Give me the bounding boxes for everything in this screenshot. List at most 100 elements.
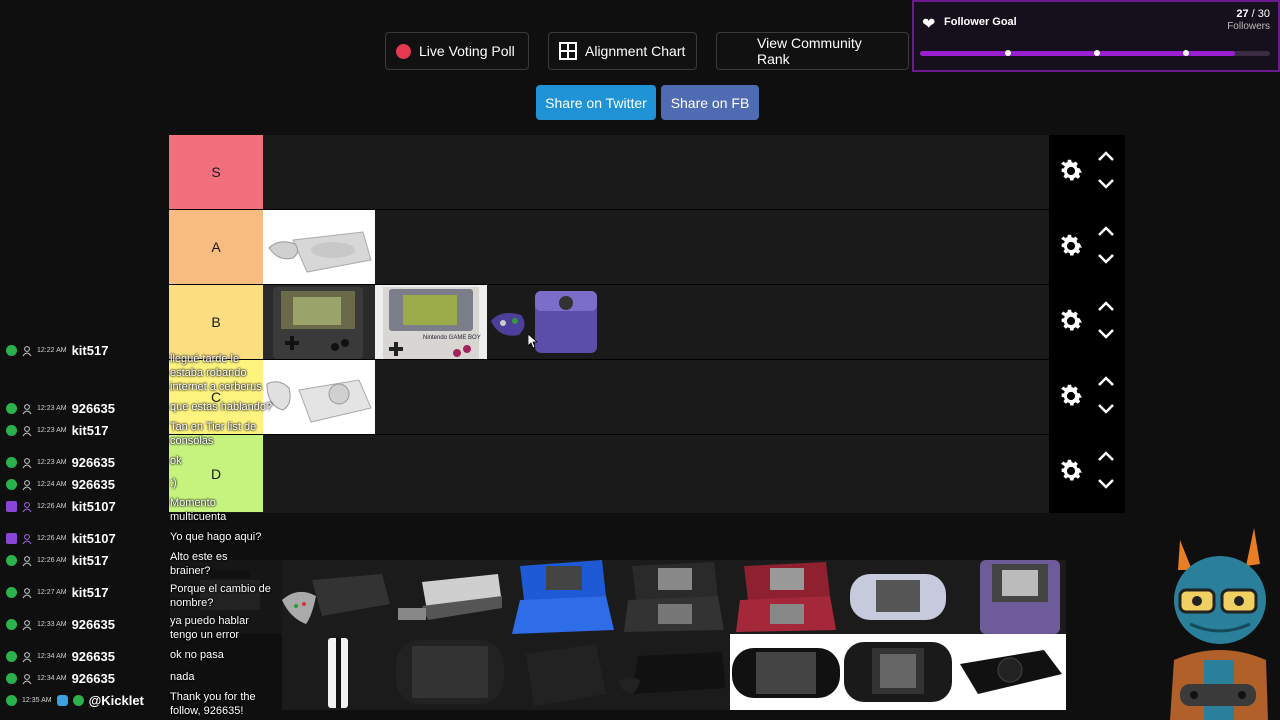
chat-line: 12:24 AM 926635	[6, 476, 115, 492]
chat-time: 12:27 AM	[37, 588, 67, 596]
chat-line: 12:34 AM 926635	[6, 670, 115, 686]
chat-message: ok no pasa	[170, 649, 224, 661]
chat-message: Porque el cambio de	[170, 583, 271, 595]
nintendo-ds-blue-image[interactable]	[506, 560, 618, 634]
badge-icon	[6, 424, 17, 436]
chat-line: 12:33 AM 926635	[6, 616, 115, 632]
tier-label[interactable]: B	[169, 285, 263, 359]
grid-icon	[559, 42, 577, 60]
game-boy-advance-image[interactable]	[842, 560, 954, 634]
heart-icon: ❤	[922, 16, 936, 33]
tier-items[interactable]	[263, 210, 375, 284]
chat-line: 12:26 AM kit5107	[6, 530, 116, 546]
chat-time: 12:22 AM	[37, 346, 67, 354]
alignment-chart-button[interactable]: Alignment Chart	[548, 32, 697, 70]
user-icon	[22, 533, 32, 544]
chat-message: follow, 926635!	[170, 705, 244, 717]
badge-icon	[6, 478, 17, 490]
nintendo-dsi-black-image[interactable]	[618, 560, 730, 634]
game-boy-pocket-image[interactable]	[263, 285, 375, 359]
svg-text:Nintendo GAME BOY: Nintendo GAME BOY	[423, 335, 481, 341]
playstation-5-image[interactable]	[282, 634, 394, 710]
twitch-badge-icon	[6, 500, 17, 512]
chat-time: 12:26 AM	[37, 534, 67, 542]
alignment-chart-label: Alignment Chart	[585, 43, 686, 59]
gear-icon[interactable]	[1057, 457, 1085, 485]
chat-message: estaba robando	[170, 367, 247, 379]
gamecube-image[interactable]	[487, 285, 599, 359]
chevron-up-icon[interactable]	[1097, 224, 1115, 238]
game-boy-color-image[interactable]	[954, 560, 1066, 634]
chat-username: @Kicklet	[88, 692, 144, 708]
tier-label[interactable]: A	[169, 210, 263, 284]
share-twitter-button[interactable]: Share on Twitter	[536, 85, 656, 120]
community-rank-button[interactable]: View Community Rank	[716, 32, 909, 70]
chevron-up-icon[interactable]	[1097, 299, 1115, 313]
chat-message: que estas hablando?	[170, 401, 273, 413]
nes-image[interactable]	[394, 560, 506, 634]
follower-goal-progress	[920, 50, 1270, 56]
playstation-4-image[interactable]	[618, 634, 730, 710]
follower-goal-widget: ❤ Follower Goal 27 / 30 Followers	[912, 0, 1280, 72]
tier-row-b: B Nintendo GAME BOY	[169, 285, 1125, 360]
gear-icon[interactable]	[1057, 307, 1085, 335]
ps-vita-image[interactable]	[394, 634, 506, 710]
chat-username: kit517	[71, 584, 109, 600]
chevron-down-icon[interactable]	[1097, 327, 1115, 341]
badge-icon	[6, 694, 17, 706]
chat-message: Thank you for the	[170, 691, 256, 703]
tier-controls	[1049, 435, 1125, 513]
chat-username: 926635	[71, 648, 115, 664]
chat-message: ya puedo hablar	[170, 615, 249, 627]
live-voting-poll-button[interactable]: Live Voting Poll	[385, 32, 529, 70]
tier-row-a: A	[169, 210, 1125, 285]
user-icon	[22, 673, 32, 684]
record-dot-icon	[396, 43, 411, 59]
chat-time: 12:23 AM	[37, 404, 67, 412]
badge-icon	[6, 402, 17, 414]
tier-label[interactable]: S	[169, 135, 263, 209]
chevron-down-icon[interactable]	[1097, 477, 1115, 491]
chat-username: 926635	[71, 400, 115, 416]
chat-message: multicuenta	[170, 511, 227, 523]
nintendo-64-image[interactable]	[282, 560, 394, 634]
chat-time: 12:34 AM	[37, 674, 67, 682]
badge-icon	[6, 618, 17, 630]
badge-icon	[6, 456, 17, 468]
chevron-down-icon[interactable]	[1097, 252, 1115, 266]
sega-genesis-image[interactable]	[954, 634, 1066, 710]
nintendo-dsi-xl-image[interactable]	[730, 560, 842, 634]
ps-one-console-image[interactable]	[263, 210, 375, 284]
chevron-up-icon[interactable]	[1097, 449, 1115, 463]
chat-username: kit5107	[71, 498, 116, 514]
chat-username: kit517	[71, 552, 109, 568]
chat-time: 12:34 AM	[37, 652, 67, 660]
badge-icon	[6, 650, 17, 662]
game-boy-image[interactable]: Nintendo GAME BOY	[375, 285, 487, 359]
streamer-avatar-mascot	[1170, 528, 1268, 720]
playstation-2-image[interactable]	[506, 634, 618, 710]
dreamcast-image[interactable]	[263, 360, 375, 434]
game-gear-image[interactable]	[842, 634, 954, 710]
mouse-cursor-icon	[528, 334, 538, 348]
chat-username: 926635	[71, 476, 115, 492]
gear-icon[interactable]	[1057, 157, 1085, 185]
tier-items[interactable]: Nintendo GAME BOY	[263, 285, 599, 359]
chevron-down-icon[interactable]	[1097, 177, 1115, 191]
user-icon	[22, 479, 32, 490]
chat-line: 12:35 AM @Kicklet	[6, 692, 144, 708]
tier-items[interactable]	[263, 360, 375, 434]
tier-row-c: C	[169, 360, 1125, 435]
chat-message: internet a cerberus	[170, 381, 262, 393]
chat-message: ok	[170, 455, 182, 467]
chevron-down-icon[interactable]	[1097, 402, 1115, 416]
share-facebook-button[interactable]: Share on FB	[661, 85, 759, 120]
tier-controls	[1049, 210, 1125, 285]
chat-message: Yo que hago aqui?	[170, 531, 262, 543]
psp-image[interactable]	[730, 634, 842, 710]
gear-icon[interactable]	[1057, 232, 1085, 260]
tier-row-s: S	[169, 135, 1125, 210]
gear-icon[interactable]	[1057, 382, 1085, 410]
chevron-up-icon[interactable]	[1097, 149, 1115, 163]
chevron-up-icon[interactable]	[1097, 374, 1115, 388]
